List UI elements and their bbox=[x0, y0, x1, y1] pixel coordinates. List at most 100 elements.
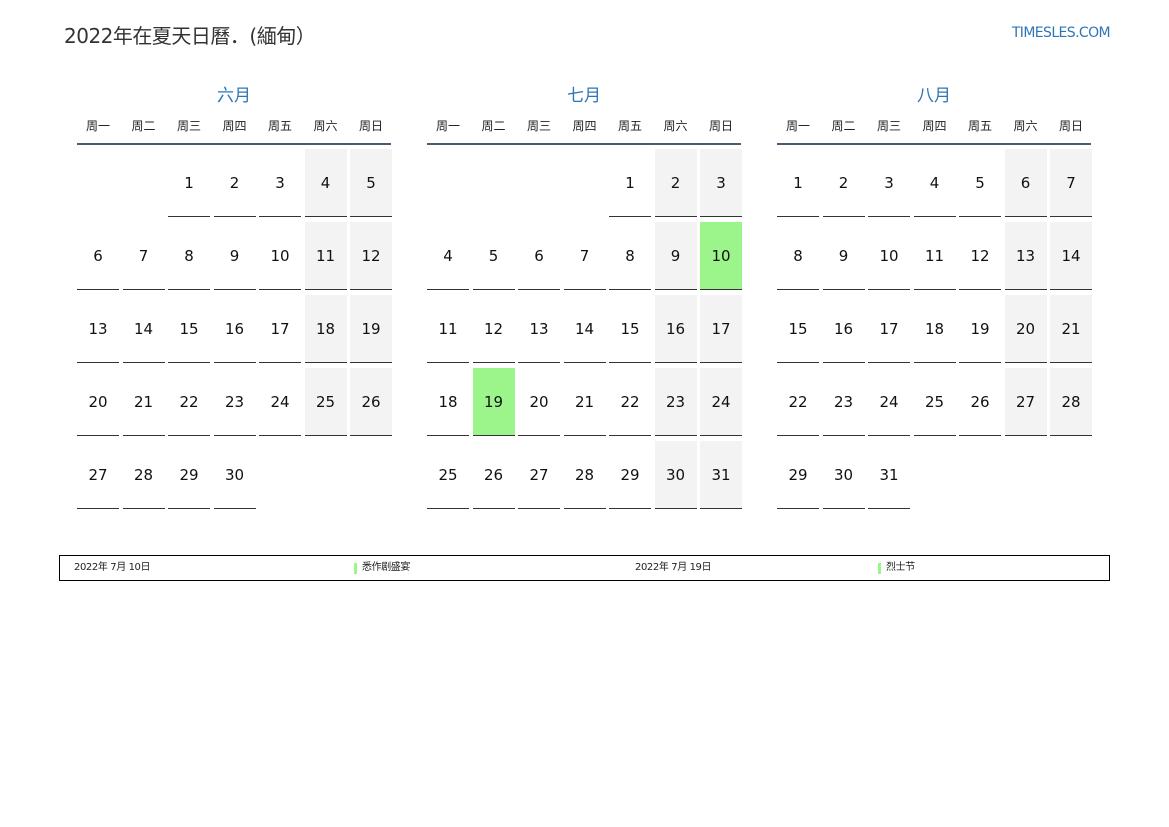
site-link[interactable]: TIMESLES.COM bbox=[1012, 25, 1111, 41]
day-cell: 14 bbox=[1050, 222, 1092, 290]
day-cell: 30 bbox=[822, 441, 865, 509]
day-cell: 31 bbox=[868, 441, 910, 509]
day-cell: 15 bbox=[609, 295, 651, 363]
day-cell: 12 bbox=[350, 222, 392, 290]
day-cell: 28 bbox=[1050, 368, 1092, 436]
day-cell: 11 bbox=[913, 222, 956, 290]
day-cell: 13 bbox=[518, 295, 560, 363]
day-cell: 23 bbox=[822, 368, 865, 436]
day-cell: 22 bbox=[609, 368, 651, 436]
day-cell: 23 bbox=[654, 368, 697, 436]
day-cell: 18 bbox=[913, 295, 956, 363]
day-cell: 31 bbox=[700, 441, 742, 509]
legend-holiday-name: 烈士节 bbox=[886, 562, 915, 573]
day-cell: 17 bbox=[259, 295, 301, 363]
day-cell: 7 bbox=[1050, 149, 1092, 217]
weekday-label: 周六 bbox=[313, 119, 338, 133]
day-cell: 19 bbox=[472, 368, 515, 436]
weekday-label: 周六 bbox=[1013, 119, 1038, 133]
weekday-label: 周三 bbox=[526, 119, 551, 133]
day-cell: 15 bbox=[777, 295, 819, 363]
weekday-label: 周三 bbox=[876, 119, 901, 133]
day-cell: 24 bbox=[868, 368, 910, 436]
day-cell: 27 bbox=[518, 441, 560, 509]
day-cell: 6 bbox=[1004, 149, 1047, 217]
legend-date: 2022年 7月 19日 bbox=[635, 562, 712, 573]
day-cell: 20 bbox=[1004, 295, 1047, 363]
day-cell: 1 bbox=[168, 149, 210, 217]
day-cell: 21 bbox=[1050, 295, 1092, 363]
weekday-label: 周五 bbox=[267, 119, 292, 133]
day-cell: 12 bbox=[959, 222, 1001, 290]
day-cell: 30 bbox=[213, 441, 256, 509]
day-cell: 4 bbox=[913, 149, 956, 217]
day-cell: 14 bbox=[563, 295, 606, 363]
day-cell: 7 bbox=[563, 222, 606, 290]
weekday-label: 周四 bbox=[572, 119, 597, 133]
weekday-label: 周日 bbox=[358, 119, 383, 133]
day-cell: 9 bbox=[654, 222, 697, 290]
day-cell: 15 bbox=[168, 295, 210, 363]
day-cell: 27 bbox=[1004, 368, 1047, 436]
day-cell: 11 bbox=[427, 295, 469, 363]
day-cell: 25 bbox=[913, 368, 956, 436]
day-cell: 8 bbox=[777, 222, 819, 290]
day-cell: 21 bbox=[122, 368, 165, 436]
day-cell: 19 bbox=[959, 295, 1001, 363]
month-title: 七月 bbox=[567, 86, 601, 106]
month-title: 八月 bbox=[917, 86, 951, 106]
day-cell: 2 bbox=[822, 149, 865, 217]
day-cell: 13 bbox=[77, 295, 119, 363]
weekday-label: 周一 bbox=[785, 119, 810, 133]
weekday-label: 周一 bbox=[435, 119, 460, 133]
holiday-marker bbox=[878, 563, 881, 574]
legend-holiday-name: 悉作剧盛宴 bbox=[362, 562, 410, 573]
day-cell: 10 bbox=[700, 222, 742, 290]
day-cell: 17 bbox=[700, 295, 742, 363]
day-cell: 25 bbox=[427, 441, 469, 509]
weekday-label: 周四 bbox=[222, 119, 247, 133]
day-cell: 20 bbox=[77, 368, 119, 436]
weekday-label: 周五 bbox=[967, 119, 992, 133]
weekday-label: 周日 bbox=[708, 119, 733, 133]
day-cell: 17 bbox=[868, 295, 910, 363]
holiday-marker bbox=[354, 563, 357, 574]
day-cell: 24 bbox=[259, 368, 301, 436]
day-cell: 14 bbox=[122, 295, 165, 363]
weekday-label: 周六 bbox=[663, 119, 688, 133]
weekday-header: 周一 周二 周三 周四 周五 周六 周日 bbox=[777, 118, 1091, 145]
weekday-label: 周五 bbox=[617, 119, 642, 133]
day-cell: 10 bbox=[259, 222, 301, 290]
day-cell: 8 bbox=[168, 222, 210, 290]
day-cell: 9 bbox=[213, 222, 256, 290]
day-cell: 1 bbox=[609, 149, 651, 217]
weekday-label: 周二 bbox=[481, 119, 506, 133]
day-cell: 19 bbox=[350, 295, 392, 363]
day-cell: 7 bbox=[122, 222, 165, 290]
day-cell: 25 bbox=[304, 368, 347, 436]
day-cell: 26 bbox=[959, 368, 1001, 436]
day-cell: 12 bbox=[472, 295, 515, 363]
day-cell: 18 bbox=[304, 295, 347, 363]
day-cell: 24 bbox=[700, 368, 742, 436]
day-cell: 10 bbox=[868, 222, 910, 290]
day-cell: 2 bbox=[654, 149, 697, 217]
day-cell: 20 bbox=[518, 368, 560, 436]
day-cell: 26 bbox=[472, 441, 515, 509]
day-cell: 9 bbox=[822, 222, 865, 290]
day-cell: 29 bbox=[777, 441, 819, 509]
holiday-legend: 2022年 7月 10日 悉作剧盛宴 2022年 7月 19日 烈士节 bbox=[59, 555, 1110, 581]
day-cell: 11 bbox=[304, 222, 347, 290]
day-cell: 30 bbox=[654, 441, 697, 509]
page-title: 2022年在夏天日曆．(緬甸） bbox=[64, 24, 316, 48]
day-cell: 28 bbox=[563, 441, 606, 509]
day-cell: 5 bbox=[350, 149, 392, 217]
day-cell: 4 bbox=[304, 149, 347, 217]
day-cell: 3 bbox=[700, 149, 742, 217]
day-cell: 27 bbox=[77, 441, 119, 509]
day-cell: 22 bbox=[777, 368, 819, 436]
day-cell: 3 bbox=[868, 149, 910, 217]
legend-date: 2022年 7月 10日 bbox=[74, 562, 151, 573]
day-cell: 8 bbox=[609, 222, 651, 290]
day-cell: 16 bbox=[213, 295, 256, 363]
